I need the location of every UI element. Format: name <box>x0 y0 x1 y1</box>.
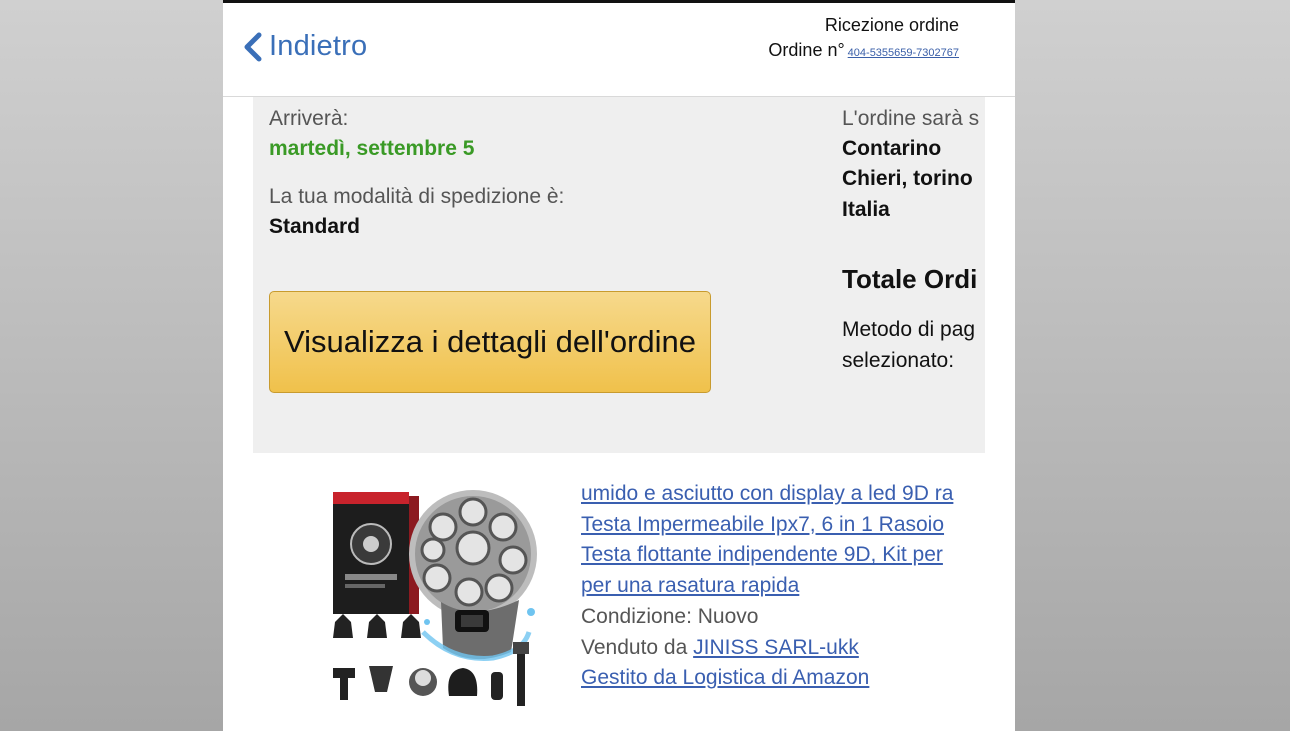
product-details: umido e asciutto con display a led 9D ra… <box>581 479 985 694</box>
product-title-line[interactable]: umido e asciutto con display a led 9D ra <box>581 479 985 510</box>
product-title-line[interactable]: Testa flottante indipendente 9D, Kit per <box>581 540 985 571</box>
chevron-left-icon <box>243 32 263 62</box>
view-order-details-button[interactable]: Visualizza i dettagli dell'ordine <box>269 291 711 393</box>
payment-method-label-cont: selezionato: <box>842 349 955 372</box>
sold-by-line: Venduto da JINISS SARL-ukk <box>581 633 985 664</box>
back-label: Indietro <box>269 30 368 62</box>
address-city: Chieri, torino <box>842 167 973 190</box>
ship-to-label: L'ordine sarà s <box>842 107 980 130</box>
product-title-line[interactable]: per una rasatura rapida <box>581 571 985 602</box>
order-number-link[interactable]: 404-5355659-7302767 <box>848 47 959 59</box>
sold-by-label: Venduto da <box>581 635 688 659</box>
email-view: Indietro Ricezione ordine Ordine n° 404-5… <box>223 0 1015 731</box>
order-total-heading: Totale Ordi <box>842 264 978 294</box>
shipping-method-value: Standard <box>269 215 361 238</box>
product-item: umido e asciutto con display a led 9D ra… <box>223 454 985 731</box>
seller-link[interactable]: JINISS SARL-ukk <box>693 636 859 659</box>
back-button[interactable]: Indietro <box>243 30 367 63</box>
address-country: Italia <box>842 198 890 221</box>
fulfilled-by-link[interactable]: Gestito da Logistica di Amazon <box>581 663 985 694</box>
order-summary-panel: Arriverà: martedì, settembre 5 La tua mo… <box>253 97 985 453</box>
product-title-line[interactable]: Testa Impermeabile Ipx7, 6 in 1 Rasoio <box>581 510 985 541</box>
arrival-date: martedì, settembre 5 <box>269 137 475 160</box>
product-image[interactable] <box>323 482 563 710</box>
navigation-bar: Indietro Ricezione ordine Ordine n° 404-5… <box>223 3 1015 97</box>
arrival-label: Arriverà: <box>269 107 349 130</box>
shipping-method-label: La tua modalità di spedizione è: <box>269 185 565 208</box>
order-label: Ordine n° <box>768 40 845 60</box>
order-reference: Ordine n° 404-5355659-7302767 <box>768 40 959 61</box>
product-condition: Condizione: Nuovo <box>581 604 759 628</box>
email-title: Ricezione ordine <box>824 15 959 35</box>
payment-method-label: Metodo di pag <box>842 318 976 341</box>
address-name: Contarino <box>842 137 942 160</box>
